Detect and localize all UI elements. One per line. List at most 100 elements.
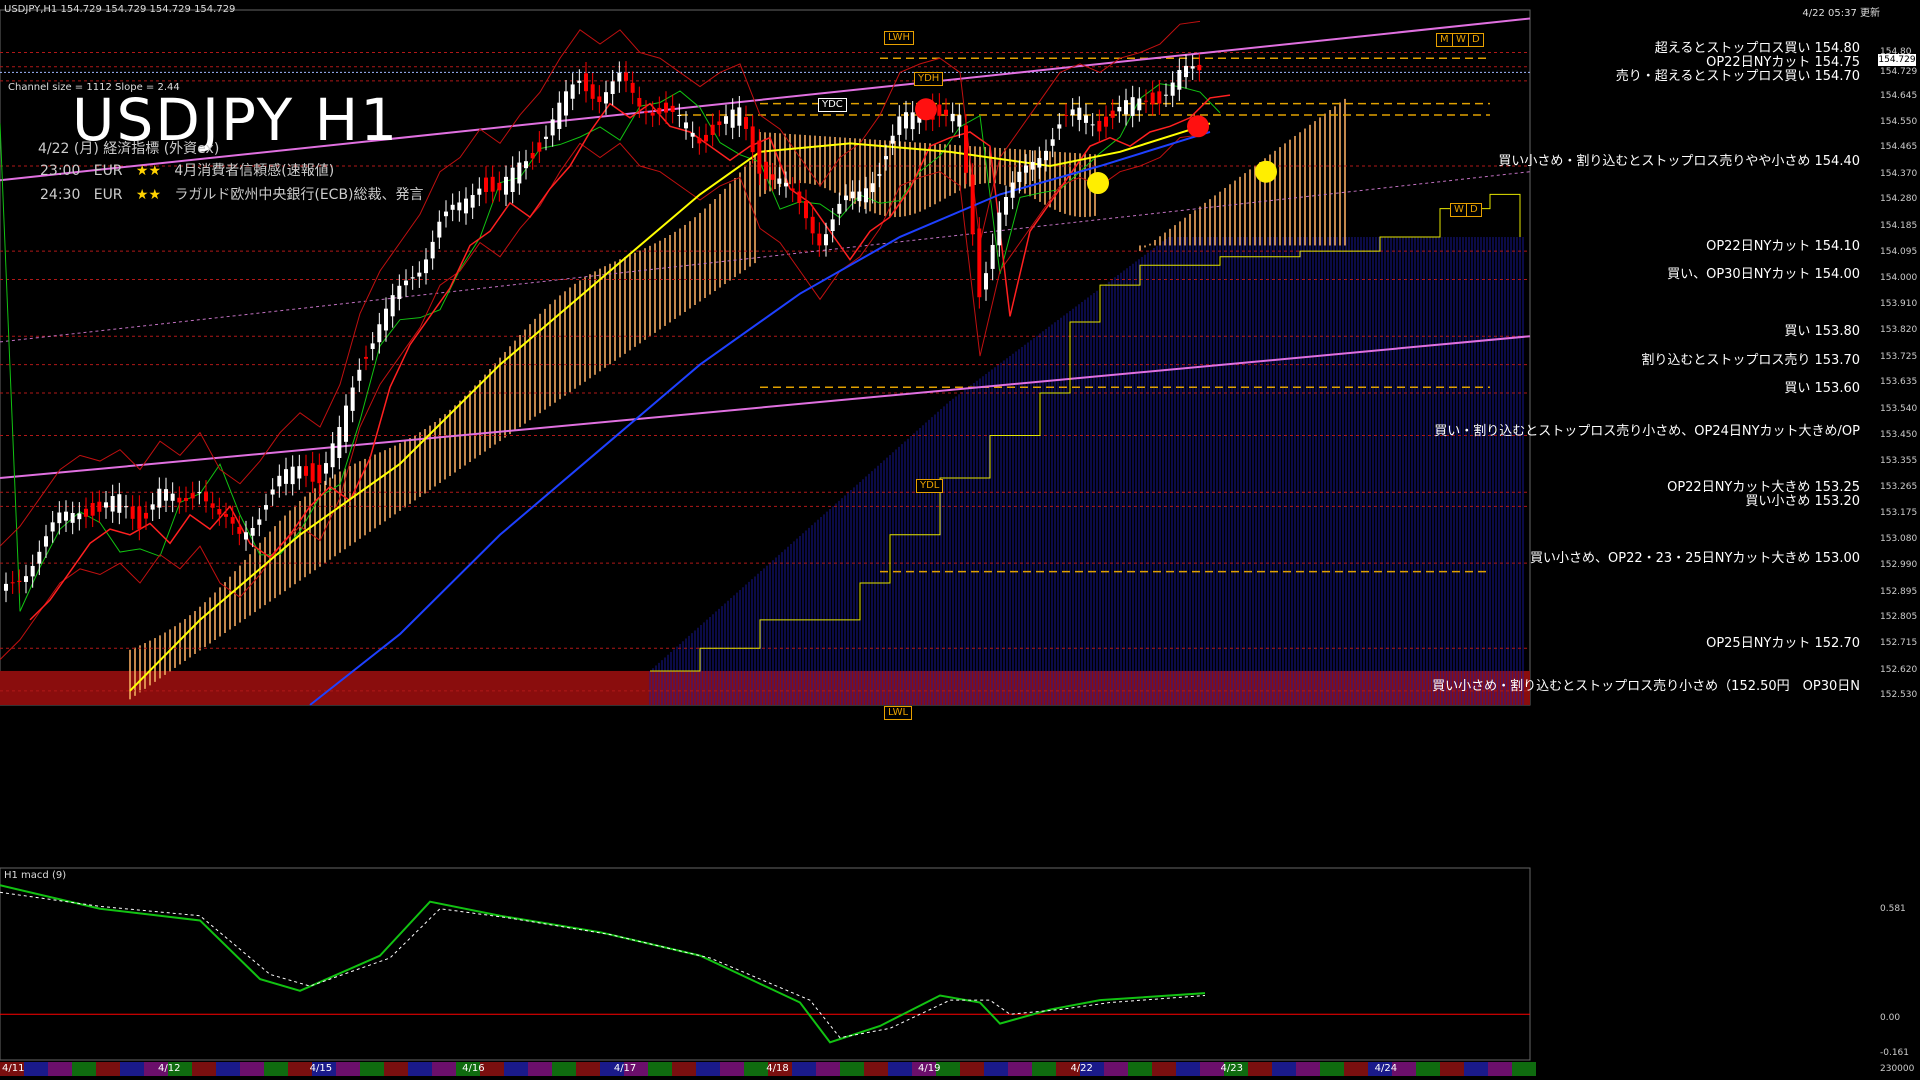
level-label: 買い小さめ、OP22・23・25日NYカット大きめ 153.00 [1530, 551, 1860, 567]
candle-body [277, 475, 282, 487]
session-strip [360, 1062, 384, 1076]
candle-body [870, 183, 875, 193]
candle-body [1070, 109, 1075, 116]
session-strip [504, 1062, 528, 1076]
candle-body [837, 203, 842, 214]
session-strip [1440, 1062, 1464, 1076]
candle-body [97, 501, 102, 512]
price-axis-tick: 154.280 [1880, 194, 1918, 205]
candle-body [570, 84, 575, 99]
candle-body [830, 219, 835, 232]
candle-body [524, 161, 528, 169]
event-name: ラガルド欧州中央銀行(ECB)総裁、発言 [174, 187, 424, 203]
candle-body [1157, 91, 1162, 104]
price-axis-tick: 152.715 [1880, 638, 1918, 648]
candle-body [1137, 98, 1142, 111]
candle-body [4, 583, 8, 591]
candle-body [197, 492, 202, 494]
candle-body [264, 505, 268, 510]
candle-body [344, 405, 348, 442]
d-label: D [1468, 33, 1484, 47]
candle-body [964, 125, 968, 173]
candle-body [670, 105, 675, 113]
candle-body [1044, 150, 1048, 161]
candle-body [990, 244, 995, 269]
macd-axis-tick: -0.161 [1880, 1048, 1910, 1058]
candle-body [1117, 106, 1122, 112]
candle-body [1064, 114, 1068, 116]
candle-body [1104, 116, 1108, 127]
level-label: 買い 153.80 [1784, 324, 1860, 340]
candle-body [577, 80, 582, 83]
candle-body [730, 109, 735, 128]
candle-body [637, 97, 642, 107]
candle-body [50, 522, 55, 532]
candle-body [604, 92, 608, 104]
candle-body [64, 511, 68, 521]
candle-body [1130, 97, 1135, 116]
candle-body [404, 280, 408, 286]
candle-body [1010, 182, 1015, 198]
candle-body [477, 188, 482, 195]
candle-body [657, 107, 662, 114]
session-strip [120, 1062, 144, 1076]
session-strip [1344, 1062, 1368, 1076]
date-label: 4/15 [309, 1063, 333, 1074]
session-strip [1152, 1062, 1176, 1076]
candle-body [1177, 70, 1182, 90]
macd-axis-tick: 0.581 [1880, 904, 1906, 914]
candle-body [104, 502, 108, 508]
candle-body [357, 369, 362, 381]
candle-body [690, 132, 695, 137]
candle-body [1170, 82, 1175, 96]
candle-body [437, 221, 442, 238]
session-strip [24, 1062, 48, 1076]
event-name: 4月消費者信頼感(速報値) [174, 163, 335, 179]
candle-body [1077, 107, 1082, 120]
candle-body [310, 463, 315, 482]
candle-body [337, 427, 342, 459]
price-axis-tick: 154.185 [1880, 221, 1918, 231]
price-axis-tick: 153.265 [1880, 481, 1918, 492]
session-strip [792, 1062, 816, 1076]
lwh-label: LWH [884, 31, 915, 45]
m-label: M [1436, 33, 1453, 47]
candle-body [457, 202, 462, 211]
candle-body [564, 91, 568, 116]
session-strip [888, 1062, 912, 1076]
candle-body [950, 113, 955, 122]
price-axis-tick: 153.725 [1880, 351, 1918, 362]
level-label: 買い・割り込むとストップロス売り小さめ、OP24日NYカット大きめ/OP [1434, 423, 1860, 439]
candle-body [1050, 139, 1055, 146]
current-price-tag: 154.729 [1878, 54, 1916, 66]
session-strip [408, 1062, 432, 1076]
candle-body [717, 121, 722, 126]
candle-body [10, 582, 15, 584]
candle-body [484, 177, 488, 192]
price-axis-tick: 153.910 [1880, 299, 1918, 310]
level-label: 買い小さめ・割り込むとストップロス売りやや小さめ 154.40 [1498, 154, 1860, 170]
date-label: 4/22 [1070, 1063, 1093, 1074]
price-axis-tick: 153.635 [1880, 377, 1918, 388]
price-axis-tick: 154.370 [1880, 168, 1918, 179]
candle-body [1004, 196, 1008, 215]
date-label: 4/11 [2, 1063, 25, 1074]
candle-body [630, 82, 635, 93]
candle-body [304, 466, 308, 476]
candle-body [330, 443, 335, 468]
candle-body [30, 565, 35, 577]
candle-body [644, 111, 648, 114]
candle-body [217, 509, 222, 515]
signal-marker [915, 98, 937, 121]
d-label: D [1466, 203, 1482, 217]
price-axis-tick: 154.000 [1880, 273, 1918, 284]
session-strip [552, 1062, 576, 1076]
candle-body [844, 195, 848, 201]
candle-body [377, 324, 382, 343]
candle-body [590, 84, 595, 99]
candle-body [250, 528, 255, 536]
candle-body [904, 112, 908, 129]
event-time: 23:00 [40, 163, 81, 179]
event-row: 24:30 EUR ★★ ラガルド欧州中央銀行(ECB)総裁、発言 [40, 184, 424, 204]
candle-body [270, 489, 275, 495]
